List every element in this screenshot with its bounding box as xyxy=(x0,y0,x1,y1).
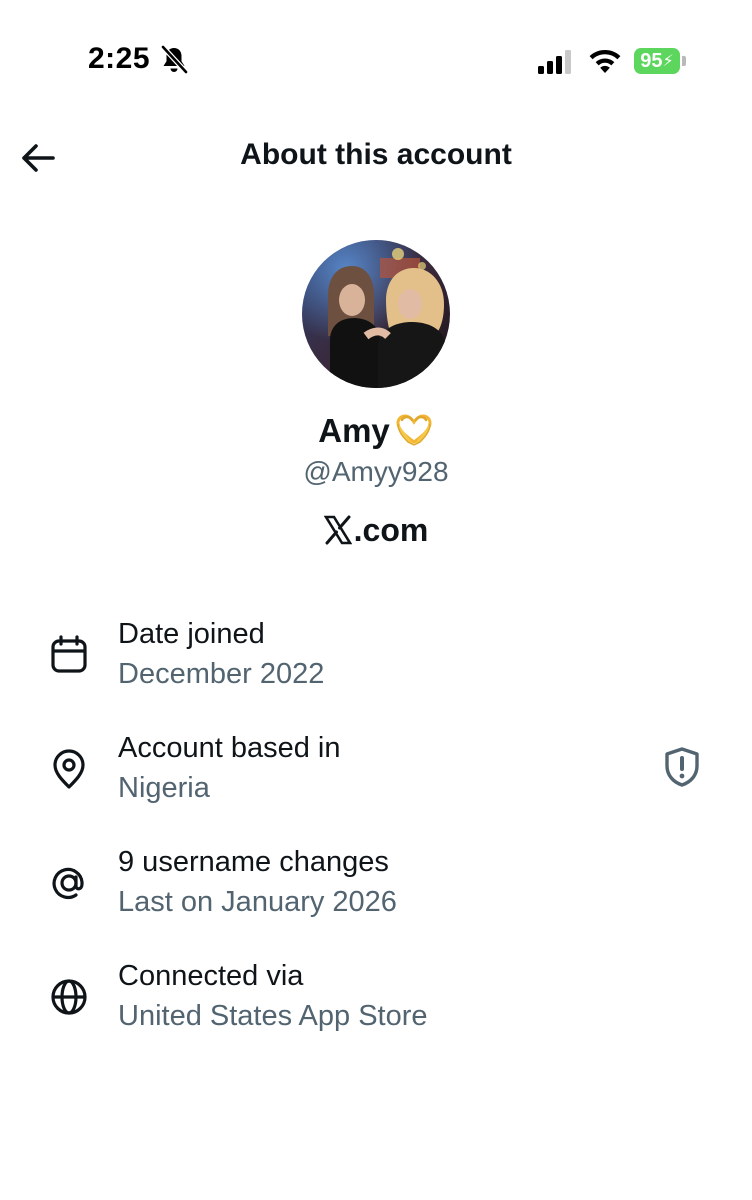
wifi-icon xyxy=(589,50,621,73)
cellular-signal-icon xyxy=(538,50,571,74)
battery-cap xyxy=(682,56,686,66)
detail-value: United States App Store xyxy=(118,1000,428,1032)
bell-slash-icon xyxy=(160,45,188,75)
avatar[interactable] xyxy=(302,240,450,388)
globe-icon xyxy=(51,979,87,1015)
site-link[interactable]: .com xyxy=(0,512,752,549)
shield-alert-icon[interactable] xyxy=(662,746,702,788)
detail-label: Date joined xyxy=(118,618,265,650)
calendar-icon xyxy=(51,635,87,673)
detail-value: Last on January 2026 xyxy=(118,886,397,918)
page-title: About this account xyxy=(240,138,512,171)
location-pin-icon xyxy=(53,749,85,789)
status-bar: 2:25 95 ⚡ xyxy=(0,0,752,110)
heart-hands-icon xyxy=(396,414,432,446)
status-time: 2:25 xyxy=(88,42,151,75)
detail-value: December 2022 xyxy=(118,658,325,690)
detail-row-account-based-in: Account based in Nigeria xyxy=(0,732,752,832)
header: About this account xyxy=(0,120,752,196)
detail-label: Account based in xyxy=(118,732,341,764)
detail-row-connected-via: Connected via United States App Store xyxy=(0,960,752,1060)
display-name: Amy xyxy=(0,412,752,450)
detail-label: Connected via xyxy=(118,960,304,992)
about-account-screen: 2:25 95 ⚡ About this account Amy @Amyy92… xyxy=(0,0,752,1200)
detail-label: 9 username changes xyxy=(118,846,389,878)
username: @Amyy928 xyxy=(303,456,449,487)
at-sign-icon xyxy=(52,867,84,900)
detail-value: Nigeria xyxy=(118,772,210,804)
profile-photo xyxy=(302,240,450,388)
battery-level: 95 ⚡ xyxy=(634,48,680,74)
battery-charging-icon: 95 ⚡ xyxy=(634,48,686,74)
detail-row-username-changes: 9 username changes Last on January 2026 xyxy=(0,846,752,946)
x-logo-icon xyxy=(323,515,352,545)
detail-row-date-joined: Date joined December 2022 xyxy=(0,618,752,718)
